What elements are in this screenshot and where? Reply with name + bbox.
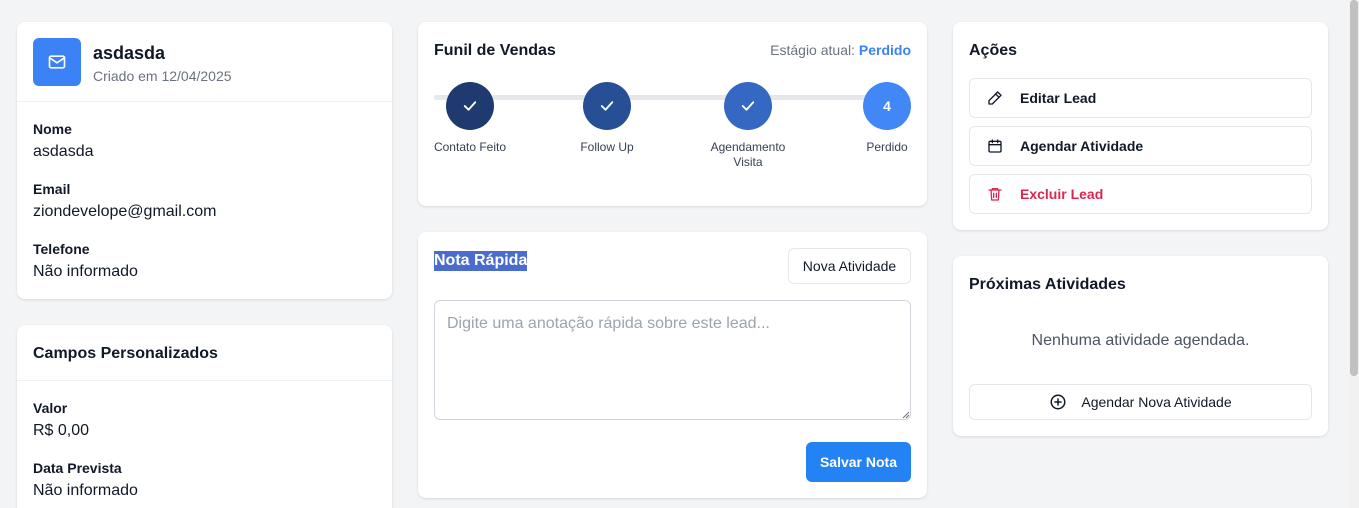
funnel-track	[434, 95, 911, 100]
step-1-label: Contato Feito	[433, 140, 507, 154]
empty-activities-text: Nenhuma atividade agendada.	[1031, 332, 1250, 349]
schedule-new-activity-label: Agendar Nova Atividade	[1081, 394, 1232, 410]
lead-header: asdasda Criado em 12/04/2025	[17, 22, 392, 102]
name-value: asdasda	[33, 143, 94, 160]
step-1-check-icon[interactable]	[446, 82, 494, 130]
calendar-icon	[986, 137, 1004, 155]
schedule-new-activity-button[interactable]: Agendar Nova Atividade	[969, 384, 1312, 420]
edit-lead-label: Editar Lead	[1020, 90, 1097, 106]
delete-lead-button[interactable]: Excluir Lead	[969, 174, 1312, 214]
upcoming-title: Próximas Atividades	[969, 276, 1126, 293]
quick-note-title: Nota Rápida	[434, 251, 528, 271]
actions-card: Ações Editar Lead Agendar Atividade Excl…	[953, 22, 1328, 230]
step-4-number[interactable]: 4	[863, 82, 911, 130]
plus-circle-icon	[1049, 393, 1067, 411]
value-value: R$ 0,00	[33, 422, 90, 439]
current-stage-prefix: Estágio atual:	[770, 42, 855, 58]
actions-title: Ações	[969, 42, 1018, 59]
resize-grip-icon[interactable]	[900, 409, 910, 419]
lead-created-date: Criado em 12/04/2025	[93, 68, 232, 84]
expected-date-value: Não informado	[33, 482, 138, 499]
divider	[17, 380, 392, 381]
phone-label: Telefone	[33, 241, 90, 257]
value-label: Valor	[33, 400, 68, 416]
sales-funnel-card: Funil de Vendas Estágio atual: Perdido 4…	[418, 22, 927, 206]
save-note-button[interactable]: Salvar Nota	[806, 442, 911, 482]
scrollbar-thumb[interactable]	[1350, 0, 1358, 376]
trash-icon	[986, 185, 1004, 203]
edit-lead-button[interactable]: Editar Lead	[969, 78, 1312, 118]
delete-lead-label: Excluir Lead	[1020, 186, 1104, 202]
email-value: ziondevelope@gmail.com	[33, 203, 217, 220]
custom-fields-title: Campos Personalizados	[33, 345, 218, 362]
lead-name: asdasda	[93, 43, 166, 63]
schedule-activity-label: Agendar Atividade	[1020, 138, 1144, 154]
phone-value: Não informado	[33, 263, 138, 280]
lead-info-card: asdasda Criado em 12/04/2025 Nome asdasd…	[17, 22, 392, 299]
step-2-label: Follow Up	[580, 140, 634, 154]
step-4-label: Perdido	[866, 140, 908, 154]
name-label: Nome	[33, 121, 72, 137]
current-stage-value: Perdido	[858, 42, 911, 58]
pencil-icon	[986, 89, 1004, 107]
email-label: Email	[33, 181, 71, 197]
custom-fields-card: Campos Personalizados Valor R$ 0,00 Data…	[17, 325, 392, 508]
current-stage: Estágio atual: Perdido	[770, 42, 911, 58]
upcoming-activities-card: Próximas Atividades Nenhuma atividade ag…	[953, 256, 1328, 436]
expected-date-label: Data Prevista	[33, 460, 122, 476]
mail-icon	[33, 38, 81, 86]
schedule-activity-button[interactable]: Agendar Atividade	[969, 126, 1312, 166]
quick-note-input[interactable]	[434, 300, 911, 420]
step-2-check-icon[interactable]	[583, 82, 631, 130]
step-3-label: Agendamento Visita	[710, 140, 786, 169]
new-activity-button[interactable]: Nova Atividade	[788, 248, 911, 284]
step-3-check-icon[interactable]	[724, 82, 772, 130]
funnel-title: Funil de Vendas	[434, 42, 556, 59]
quick-note-card: Nota Rápida Nova Atividade Salvar Nota	[418, 232, 927, 498]
page-scrollbar[interactable]	[1349, 0, 1359, 508]
